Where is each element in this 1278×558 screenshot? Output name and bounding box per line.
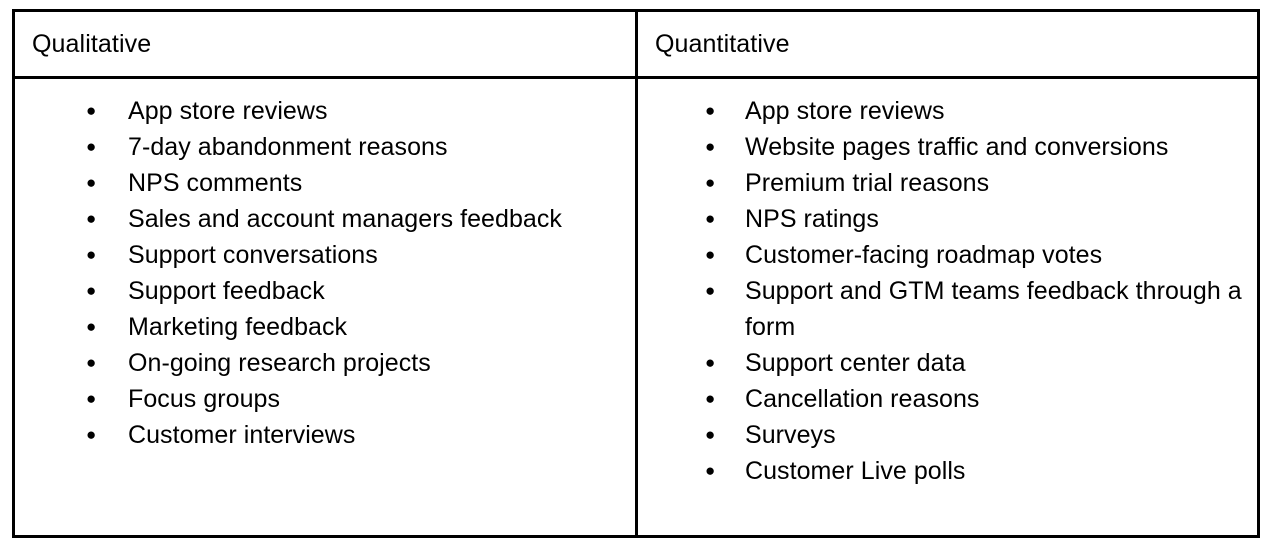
list-item: ● Customer Live polls xyxy=(638,453,1261,489)
list-item: ● Focus groups xyxy=(15,381,635,417)
list-item-label: Support conversations xyxy=(128,241,378,269)
list-item: ● Customer-facing roadmap votes xyxy=(638,237,1261,273)
bullet-icon: ● xyxy=(705,101,716,120)
table-cell-quantitative-sources: ● App store reviews ● Website pages traf… xyxy=(638,79,1261,535)
list-item-label: Customer-facing roadmap votes xyxy=(745,241,1103,269)
list-item-label: 7-day abandonment reasons xyxy=(128,133,448,161)
list-item-label: Surveys xyxy=(745,421,836,449)
bullet-icon: ● xyxy=(705,281,716,300)
bullet-icon: ● xyxy=(86,353,97,372)
column-header-label-qualitative: Qualitative xyxy=(32,30,152,58)
list-item: ● App store reviews xyxy=(15,93,635,129)
bullet-icon: ● xyxy=(86,425,97,444)
qualitative-quantitative-table: Qualitative Quantitative ● App store rev… xyxy=(12,9,1260,538)
quantitative-source-list: ● App store reviews ● Website pages traf… xyxy=(638,93,1261,489)
column-header-label-quantitative: Quantitative xyxy=(655,30,790,58)
list-item: ● Sales and account managers feedback xyxy=(15,201,635,237)
bullet-icon: ● xyxy=(705,461,716,480)
list-item-label: Premium trial reasons xyxy=(745,169,990,197)
list-item-label: Support and GTM teams feedback through a… xyxy=(745,277,1242,341)
bullet-icon: ● xyxy=(86,317,97,336)
list-item-label: NPS comments xyxy=(128,169,303,197)
list-item-label: Cancellation reasons xyxy=(745,385,980,413)
list-item: ● Marketing feedback xyxy=(15,309,635,345)
bullet-icon: ● xyxy=(86,173,97,192)
bullet-icon: ● xyxy=(705,353,716,372)
list-item: ● On-going research projects xyxy=(15,345,635,381)
table-body-row: ● App store reviews ● 7-day abandonment … xyxy=(15,79,1257,535)
list-item-label: Focus groups xyxy=(128,385,281,413)
list-item-label: Sales and account managers feedback xyxy=(128,205,562,233)
bullet-icon: ● xyxy=(705,173,716,192)
list-item: ● Support conversations xyxy=(15,237,635,273)
table-cell-qualitative-sources: ● App store reviews ● 7-day abandonment … xyxy=(15,79,638,535)
bullet-icon: ● xyxy=(86,209,97,228)
bullet-icon: ● xyxy=(705,245,716,264)
list-item-label: NPS ratings xyxy=(745,205,879,233)
list-item: ● NPS comments xyxy=(15,165,635,201)
list-item-label: Customer Live polls xyxy=(745,457,966,485)
list-item: ● Website pages traffic and conversions xyxy=(638,129,1261,165)
list-item: ● Support and GTM teams feedback through… xyxy=(638,273,1261,345)
list-item: ● NPS ratings xyxy=(638,201,1261,237)
list-item: ● Customer interviews xyxy=(15,417,635,453)
table-header-cell-qualitative: Qualitative xyxy=(15,12,638,76)
list-item: ● Support feedback xyxy=(15,273,635,309)
bullet-icon: ● xyxy=(705,389,716,408)
list-item: ● App store reviews xyxy=(638,93,1261,129)
bullet-icon: ● xyxy=(86,137,97,156)
list-item-label: App store reviews xyxy=(745,97,945,125)
bullet-icon: ● xyxy=(705,137,716,156)
table-header-row: Qualitative Quantitative xyxy=(15,12,1257,79)
bullet-icon: ● xyxy=(86,101,97,120)
bullet-icon: ● xyxy=(86,281,97,300)
list-item: ● 7-day abandonment reasons xyxy=(15,129,635,165)
bullet-icon: ● xyxy=(86,245,97,264)
bullet-icon: ● xyxy=(705,209,716,228)
list-item-label: App store reviews xyxy=(128,97,328,125)
list-item: ● Cancellation reasons xyxy=(638,381,1261,417)
list-item-label: Customer interviews xyxy=(128,421,356,449)
list-item: ● Support center data xyxy=(638,345,1261,381)
bullet-icon: ● xyxy=(86,389,97,408)
list-item-label: Marketing feedback xyxy=(128,313,348,341)
table-header-cell-quantitative: Quantitative xyxy=(638,12,1261,76)
list-item-label: Website pages traffic and conversions xyxy=(745,133,1169,161)
document-page: Qualitative Quantitative ● App store rev… xyxy=(0,0,1278,558)
list-item: ● Premium trial reasons xyxy=(638,165,1261,201)
list-item-label: Support feedback xyxy=(128,277,325,305)
bullet-icon: ● xyxy=(705,425,716,444)
list-item-label: On-going research projects xyxy=(128,349,431,377)
qualitative-source-list: ● App store reviews ● 7-day abandonment … xyxy=(15,93,635,453)
list-item-label: Support center data xyxy=(745,349,966,377)
list-item: ● Surveys xyxy=(638,417,1261,453)
